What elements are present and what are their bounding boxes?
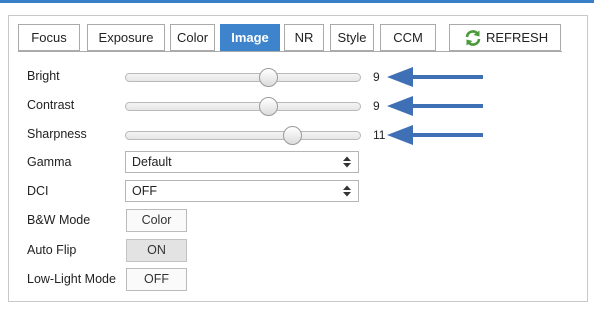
- dci-select[interactable]: OFF: [125, 180, 359, 202]
- select-arrows-icon: [342, 155, 352, 169]
- tab-style[interactable]: Style: [330, 24, 374, 51]
- bright-slider-handle[interactable]: [259, 68, 279, 87]
- tab-focus[interactable]: Focus: [18, 24, 80, 51]
- image-settings-panel: Focus Exposure Color Image NR Style CCM …: [8, 15, 588, 302]
- dci-select-value: OFF: [132, 184, 157, 198]
- refresh-label: REFRESH: [486, 30, 549, 45]
- contrast-label: Contrast: [27, 98, 75, 112]
- sharpness-slider[interactable]: [125, 126, 361, 145]
- tab-image[interactable]: Image: [220, 24, 280, 51]
- sharpness-slider-handle[interactable]: [283, 126, 303, 145]
- low-light-mode-label: Low-Light Mode: [27, 272, 116, 286]
- select-arrows-icon: [342, 184, 352, 198]
- bright-slider[interactable]: [125, 68, 361, 87]
- tab-color[interactable]: Color: [170, 24, 215, 51]
- sharpness-slider-track[interactable]: [125, 131, 361, 140]
- contrast-slider-track[interactable]: [125, 102, 361, 111]
- auto-flip-button[interactable]: ON: [126, 239, 187, 262]
- annotation-arrow: [387, 96, 483, 116]
- sharpness-label: Sharpness: [27, 127, 87, 141]
- bright-slider-track[interactable]: [125, 73, 361, 82]
- sharpness-value: 11: [373, 128, 386, 142]
- contrast-value: 9: [373, 99, 380, 113]
- auto-flip-label: Auto Flip: [27, 243, 77, 257]
- refresh-button[interactable]: REFRESH: [449, 24, 561, 51]
- annotation-arrow: [387, 125, 483, 145]
- bright-value: 9: [373, 70, 380, 84]
- contrast-slider-handle[interactable]: [259, 97, 279, 116]
- contrast-slider[interactable]: [125, 97, 361, 116]
- low-light-mode-button[interactable]: OFF: [126, 268, 187, 291]
- tab-underline: [18, 51, 562, 52]
- bw-mode-button[interactable]: Color: [126, 209, 187, 232]
- tab-exposure[interactable]: Exposure: [87, 24, 165, 51]
- gamma-select-value: Default: [132, 155, 172, 169]
- tab-ccm[interactable]: CCM: [380, 24, 436, 51]
- annotation-arrow: [387, 67, 483, 87]
- dci-label: DCI: [27, 184, 49, 198]
- gamma-select[interactable]: Default: [125, 151, 359, 173]
- bright-label: Bright: [27, 69, 60, 83]
- top-accent-line: [0, 0, 594, 3]
- bw-mode-label: B&W Mode: [27, 213, 91, 227]
- gamma-label: Gamma: [27, 155, 72, 169]
- tab-nr[interactable]: NR: [284, 24, 324, 51]
